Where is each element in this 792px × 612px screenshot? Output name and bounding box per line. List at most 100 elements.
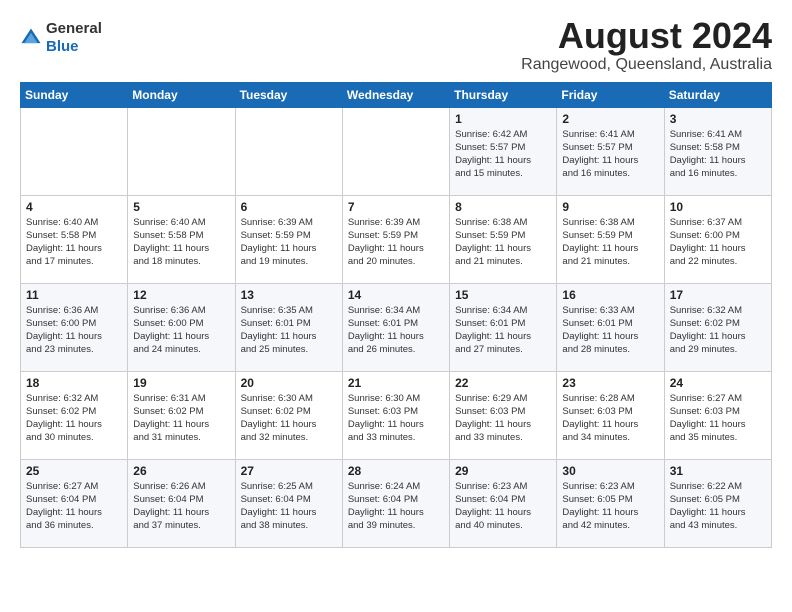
weekday-monday: Monday — [128, 82, 235, 107]
calendar-cell: 26 Sunrise: 6:26 AM Sunset: 6:04 PM Dayli… — [128, 459, 235, 547]
day-number: 10 — [670, 200, 766, 214]
calendar-cell: 18 Sunrise: 6:32 AM Sunset: 6:02 PM Dayli… — [21, 371, 128, 459]
day-info: Sunrise: 6:39 AM Sunset: 5:59 PM Dayligh… — [348, 216, 444, 269]
day-info: Sunrise: 6:34 AM Sunset: 6:01 PM Dayligh… — [455, 304, 551, 357]
day-number: 7 — [348, 200, 444, 214]
day-number: 21 — [348, 376, 444, 390]
calendar-cell — [235, 107, 342, 195]
day-number: 16 — [562, 288, 658, 302]
logo-text-blue: Blue — [46, 38, 79, 55]
calendar-cell: 10 Sunrise: 6:37 AM Sunset: 6:00 PM Dayli… — [664, 195, 771, 283]
calendar-cell: 22 Sunrise: 6:29 AM Sunset: 6:03 PM Dayli… — [450, 371, 557, 459]
day-number: 4 — [26, 200, 122, 214]
day-number: 6 — [241, 200, 337, 214]
day-info: Sunrise: 6:41 AM Sunset: 5:58 PM Dayligh… — [670, 128, 766, 181]
calendar-cell: 28Sunrise: 6:24 AM Sunset: 6:04 PM Dayli… — [342, 459, 449, 547]
calendar-cell: 5Sunrise: 6:40 AM Sunset: 5:58 PM Daylig… — [128, 195, 235, 283]
day-number: 19 — [133, 376, 229, 390]
calendar-table: SundayMondayTuesdayWednesdayThursdayFrid… — [20, 82, 772, 548]
calendar-cell: 24 Sunrise: 6:27 AM Sunset: 6:03 PM Dayli… — [664, 371, 771, 459]
day-number: 25 — [26, 464, 122, 478]
weekday-thursday: Thursday — [450, 82, 557, 107]
day-info: Sunrise: 6:27 AM Sunset: 6:04 PM Dayligh… — [26, 480, 122, 533]
day-info: Sunrise: 6:40 AM Sunset: 5:58 PM Dayligh… — [26, 216, 122, 269]
day-info: Sunrise: 6:31 AM Sunset: 6:02 PM Dayligh… — [133, 392, 229, 445]
calendar-cell: 31Sunrise: 6:22 AM Sunset: 6:05 PM Dayli… — [664, 459, 771, 547]
day-number: 22 — [455, 376, 551, 390]
header: General Blue August 2024 Rangewood, Quee… — [20, 16, 772, 74]
calendar-cell: 29 Sunrise: 6:23 AM Sunset: 6:04 PM Dayli… — [450, 459, 557, 547]
day-number: 24 — [670, 376, 766, 390]
day-info: Sunrise: 6:27 AM Sunset: 6:03 PM Dayligh… — [670, 392, 766, 445]
day-number: 15 — [455, 288, 551, 302]
calendar-cell: 27 Sunrise: 6:25 AM Sunset: 6:04 PM Dayli… — [235, 459, 342, 547]
day-number: 11 — [26, 288, 122, 302]
weekday-wednesday: Wednesday — [342, 82, 449, 107]
day-number: 3 — [670, 112, 766, 126]
day-info: Sunrise: 6:29 AM Sunset: 6:03 PM Dayligh… — [455, 392, 551, 445]
day-number: 9 — [562, 200, 658, 214]
calendar-cell: 6Sunrise: 6:39 AM Sunset: 5:59 PM Daylig… — [235, 195, 342, 283]
logo: General Blue — [20, 20, 102, 56]
day-number: 30 — [562, 464, 658, 478]
day-info: Sunrise: 6:28 AM Sunset: 6:03 PM Dayligh… — [562, 392, 658, 445]
calendar-cell: 30Sunrise: 6:23 AM Sunset: 6:05 PM Dayli… — [557, 459, 664, 547]
logo-icon — [20, 27, 42, 49]
day-number: 18 — [26, 376, 122, 390]
calendar-cell: 3 Sunrise: 6:41 AM Sunset: 5:58 PM Daylig… — [664, 107, 771, 195]
day-info: Sunrise: 6:37 AM Sunset: 6:00 PM Dayligh… — [670, 216, 766, 269]
week-row-5: 25 Sunrise: 6:27 AM Sunset: 6:04 PM Dayli… — [21, 459, 772, 547]
calendar-cell: 20Sunrise: 6:30 AM Sunset: 6:02 PM Dayli… — [235, 371, 342, 459]
day-info: Sunrise: 6:24 AM Sunset: 6:04 PM Dayligh… — [348, 480, 444, 533]
day-number: 12 — [133, 288, 229, 302]
month-title: August 2024 — [521, 16, 772, 56]
day-number: 14 — [348, 288, 444, 302]
day-info: Sunrise: 6:38 AM Sunset: 5:59 PM Dayligh… — [562, 216, 658, 269]
calendar-cell: 11Sunrise: 6:36 AM Sunset: 6:00 PM Dayli… — [21, 283, 128, 371]
day-info: Sunrise: 6:32 AM Sunset: 6:02 PM Dayligh… — [670, 304, 766, 357]
day-number: 27 — [241, 464, 337, 478]
title-block: August 2024 Rangewood, Queensland, Austr… — [521, 16, 772, 74]
calendar-body: 1Sunrise: 6:42 AM Sunset: 5:57 PM Daylig… — [21, 107, 772, 547]
day-number: 23 — [562, 376, 658, 390]
weekday-header: SundayMondayTuesdayWednesdayThursdayFrid… — [21, 82, 772, 107]
logo-text-general: General — [46, 20, 102, 37]
weekday-sunday: Sunday — [21, 82, 128, 107]
weekday-saturday: Saturday — [664, 82, 771, 107]
day-number: 8 — [455, 200, 551, 214]
day-info: Sunrise: 6:22 AM Sunset: 6:05 PM Dayligh… — [670, 480, 766, 533]
day-info: Sunrise: 6:34 AM Sunset: 6:01 PM Dayligh… — [348, 304, 444, 357]
weekday-tuesday: Tuesday — [235, 82, 342, 107]
calendar-cell: 25 Sunrise: 6:27 AM Sunset: 6:04 PM Dayli… — [21, 459, 128, 547]
location-title: Rangewood, Queensland, Australia — [521, 56, 772, 74]
day-info: Sunrise: 6:23 AM Sunset: 6:04 PM Dayligh… — [455, 480, 551, 533]
calendar-cell — [342, 107, 449, 195]
calendar-cell — [128, 107, 235, 195]
day-number: 29 — [455, 464, 551, 478]
day-info: Sunrise: 6:35 AM Sunset: 6:01 PM Dayligh… — [241, 304, 337, 357]
day-info: Sunrise: 6:30 AM Sunset: 6:03 PM Dayligh… — [348, 392, 444, 445]
day-info: Sunrise: 6:25 AM Sunset: 6:04 PM Dayligh… — [241, 480, 337, 533]
day-info: Sunrise: 6:40 AM Sunset: 5:58 PM Dayligh… — [133, 216, 229, 269]
weekday-friday: Friday — [557, 82, 664, 107]
day-number: 13 — [241, 288, 337, 302]
calendar-cell — [21, 107, 128, 195]
day-info: Sunrise: 6:41 AM Sunset: 5:57 PM Dayligh… — [562, 128, 658, 181]
calendar-cell: 13 Sunrise: 6:35 AM Sunset: 6:01 PM Dayli… — [235, 283, 342, 371]
calendar-cell: 7 Sunrise: 6:39 AM Sunset: 5:59 PM Daylig… — [342, 195, 449, 283]
day-number: 2 — [562, 112, 658, 126]
day-info: Sunrise: 6:38 AM Sunset: 5:59 PM Dayligh… — [455, 216, 551, 269]
day-info: Sunrise: 6:26 AM Sunset: 6:04 PM Dayligh… — [133, 480, 229, 533]
day-info: Sunrise: 6:42 AM Sunset: 5:57 PM Dayligh… — [455, 128, 551, 181]
week-row-2: 4 Sunrise: 6:40 AM Sunset: 5:58 PM Daylig… — [21, 195, 772, 283]
calendar-cell: 8 Sunrise: 6:38 AM Sunset: 5:59 PM Daylig… — [450, 195, 557, 283]
calendar-cell: 16 Sunrise: 6:33 AM Sunset: 6:01 PM Dayli… — [557, 283, 664, 371]
calendar-cell: 14 Sunrise: 6:34 AM Sunset: 6:01 PM Dayli… — [342, 283, 449, 371]
calendar-cell: 12Sunrise: 6:36 AM Sunset: 6:00 PM Dayli… — [128, 283, 235, 371]
day-info: Sunrise: 6:32 AM Sunset: 6:02 PM Dayligh… — [26, 392, 122, 445]
day-number: 17 — [670, 288, 766, 302]
day-number: 20 — [241, 376, 337, 390]
day-info: Sunrise: 6:33 AM Sunset: 6:01 PM Dayligh… — [562, 304, 658, 357]
day-number: 26 — [133, 464, 229, 478]
calendar-cell: 9 Sunrise: 6:38 AM Sunset: 5:59 PM Daylig… — [557, 195, 664, 283]
